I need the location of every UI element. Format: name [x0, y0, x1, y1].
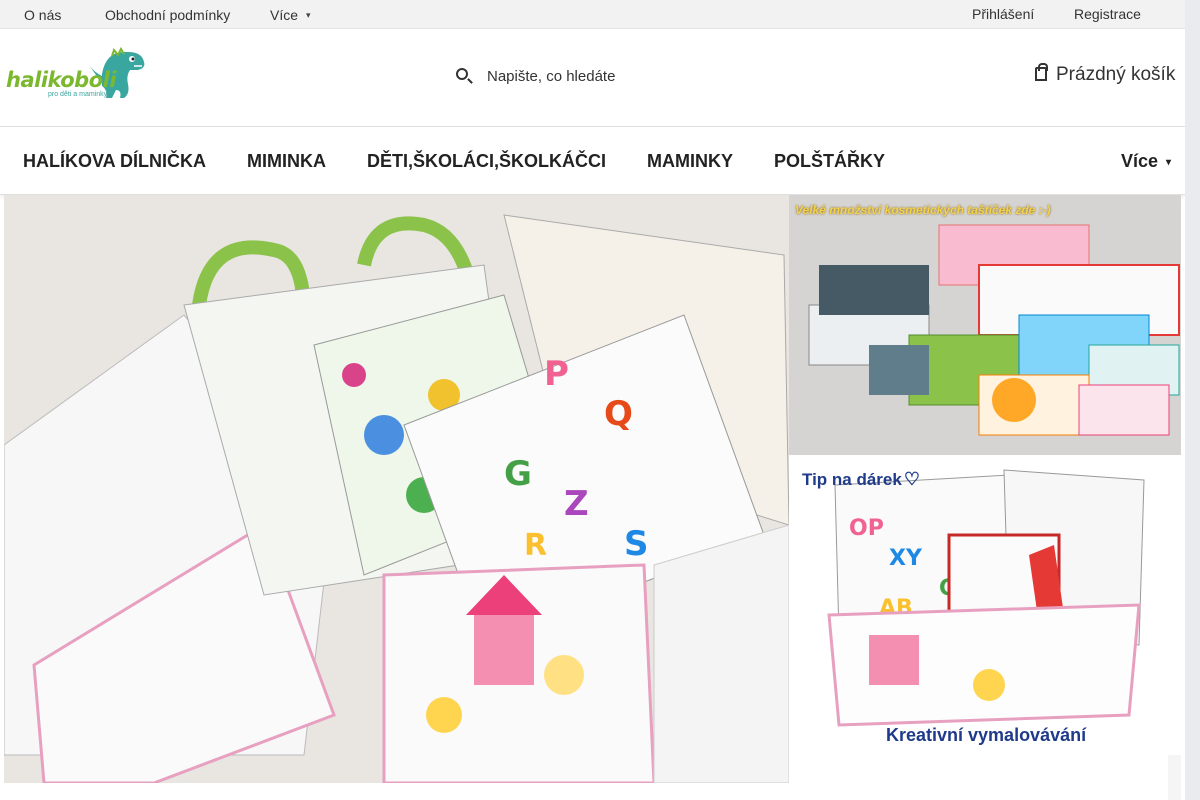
nav-item-maminky[interactable]: MAMINKY [647, 151, 733, 172]
page-edge [1168, 755, 1181, 800]
nav-item-halikova-dilnicka[interactable]: HALÍKOVA DÍLNIČKA [23, 151, 206, 172]
cart-label: Prázdný košík [1056, 64, 1176, 85]
svg-text:OP: OP [849, 516, 884, 541]
svg-text:Z: Z [564, 484, 589, 524]
creative-coloring-caption: Kreativní vymalovávání [886, 725, 1087, 745]
heart-icon: ♡ [903, 469, 920, 489]
nav-item-deti-skolaci[interactable]: DĚTI,ŠKOLÁCI,ŠKOLKÁČCI [367, 151, 606, 172]
cosmetic-bags-promo[interactable]: Velké množství kosmetických taštiček zde… [789, 195, 1181, 455]
nav-item-polstarky[interactable]: POLŠTÁŘKY [774, 151, 885, 172]
register-link[interactable]: Registrace [1074, 6, 1141, 22]
gift-set-photo: OP XY GH AB [789, 455, 1181, 755]
page: O nás Obchodní podmínky Více ▾ Přihlášení… [0, 0, 1200, 800]
coloring-bags-photo: P Q G Z S R [4, 195, 789, 783]
nav-item-miminka[interactable]: MIMINKA [247, 151, 326, 172]
more-menu-label: Více [270, 7, 299, 23]
top-utility-bar: O nás Obchodní podmínky Více ▾ Přihlášení… [0, 0, 1185, 29]
more-menu[interactable]: Více ▾ [270, 7, 311, 23]
svg-text:XY: XY [889, 546, 923, 571]
site-logo[interactable]: halikoboli pro děti a maminky [6, 46, 152, 102]
logo-wordmark: halikoboli [6, 68, 117, 92]
scrollbar[interactable] [1185, 0, 1200, 800]
login-link[interactable]: Přihlášení [972, 6, 1034, 22]
search-box[interactable]: Napište, co hledáte [450, 64, 690, 90]
about-link[interactable]: O nás [24, 7, 61, 23]
svg-text:G: G [504, 454, 532, 494]
svg-text:Q: Q [604, 394, 633, 434]
search-icon[interactable] [456, 68, 468, 80]
main-banner-image[interactable]: P Q G Z S R [4, 195, 789, 783]
cosmetic-bags-caption: Velké množství kosmetických taštiček zde… [795, 203, 1051, 217]
gift-tip-text: Tip na dárek [802, 470, 902, 489]
chevron-down-icon: ▾ [306, 10, 311, 20]
search-input[interactable]: Napište, co hledáte [487, 68, 615, 85]
svg-text:S: S [624, 524, 649, 564]
chevron-down-icon: ▾ [1165, 157, 1171, 168]
main-navigation: HALÍKOVA DÍLNIČKA MIMINKA DĚTI,ŠKOLÁCI,Š… [0, 127, 1185, 195]
gift-tip-caption: Tip na dárek ♡ [802, 469, 920, 490]
site-header: halikoboli pro děti a maminky Napište, c… [0, 29, 1185, 127]
terms-link[interactable]: Obchodní podmínky [105, 7, 230, 23]
svg-text:R: R [524, 528, 547, 563]
logo-tagline: pro děti a maminky [48, 91, 108, 98]
nav-more-label: Více [1120, 151, 1158, 171]
svg-text:P: P [544, 354, 569, 394]
shopping-bag-icon [1035, 63, 1048, 81]
gift-tip-promo[interactable]: OP XY GH AB Tip na dárek♡ Kreativní vyma… [789, 455, 1181, 755]
cosmetic-bags-photo [789, 195, 1181, 455]
nav-more-menu[interactable]: Více ▾ [1121, 151, 1171, 172]
